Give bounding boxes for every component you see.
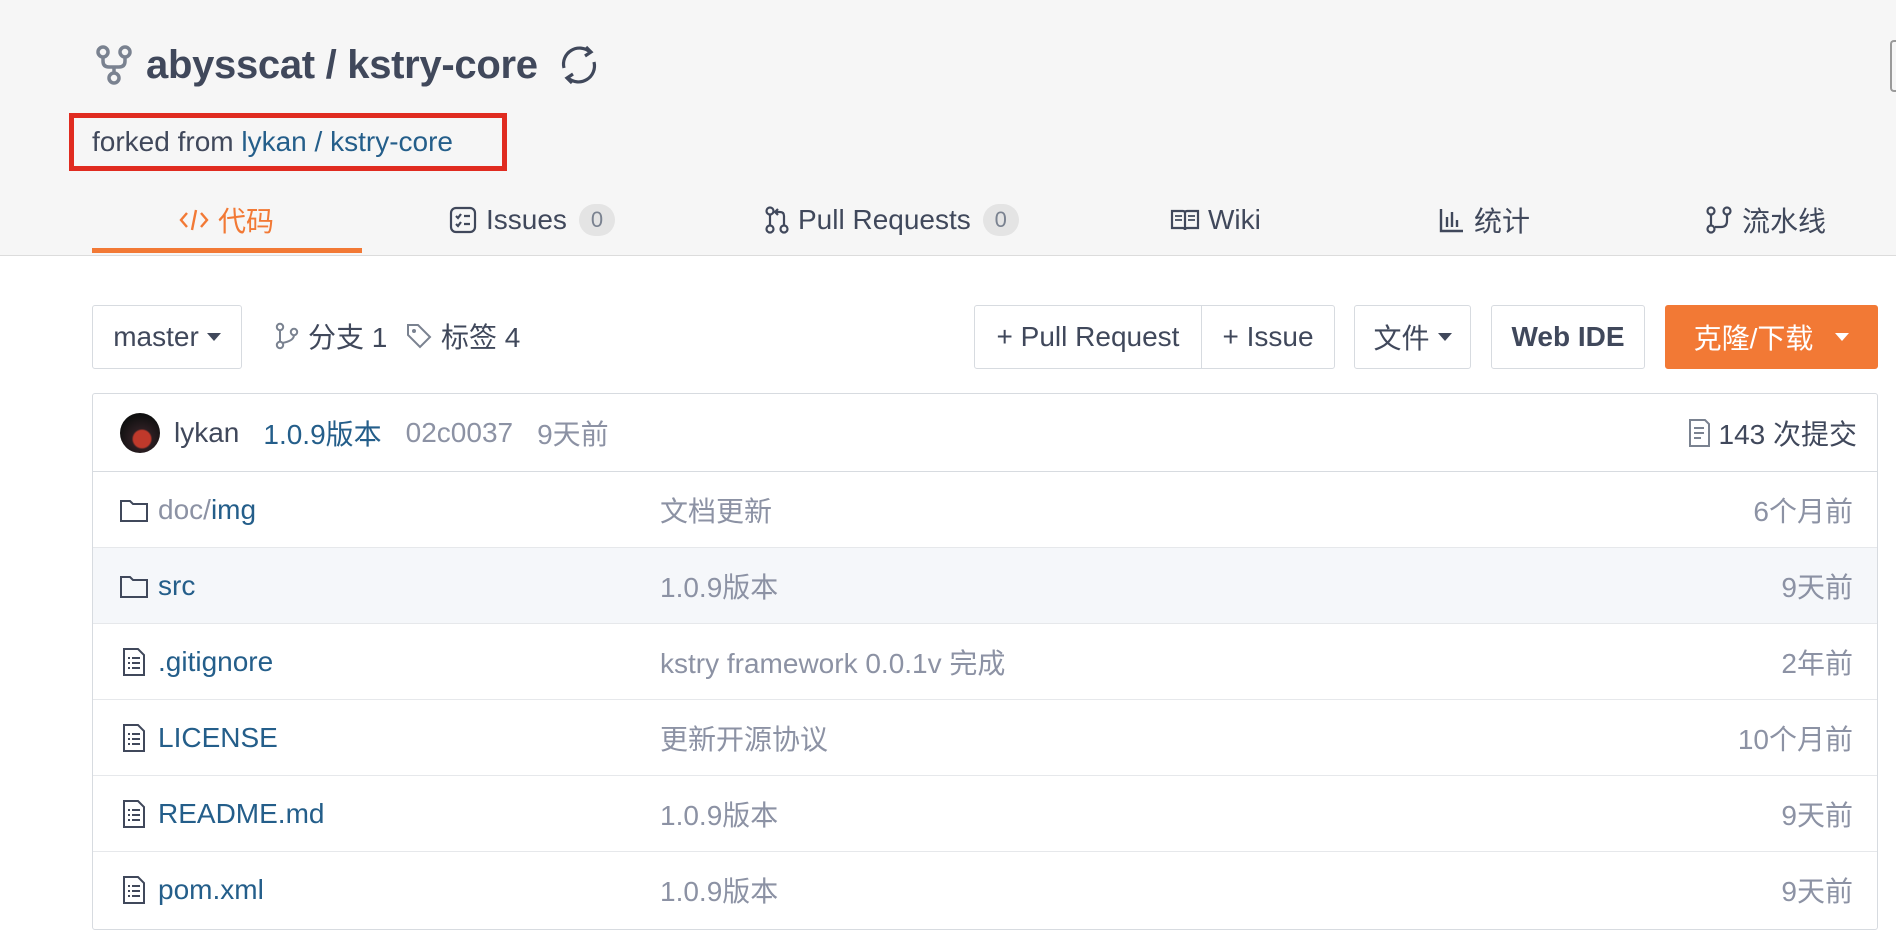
branch-select[interactable]: master (92, 305, 242, 369)
tags-link[interactable]: 标签 4 (405, 308, 520, 364)
issues-icon (449, 206, 477, 234)
commit-count: 143 次提交 (1718, 419, 1858, 450)
tab-issues[interactable]: Issues 0 (448, 184, 615, 256)
fork-icon (96, 45, 132, 85)
repo-header: abysscat / kstry-core forked from lykan … (0, 0, 1896, 256)
new-issue-label: + Issue (1222, 321, 1314, 352)
repo-tabs: 代码 Issues 0 Pull Requests 0 Wiki 统计 流水线 (92, 184, 1896, 256)
clone-download-button[interactable]: 克隆/下载 (1665, 305, 1878, 369)
new-pull-request-label: + Pull Request (996, 321, 1180, 352)
forked-repo-link[interactable]: kstry-core (330, 126, 453, 158)
file-row[interactable]: README.md 1.0.9版本 9天前 (93, 776, 1877, 852)
file-name[interactable]: .gitignore (158, 646, 273, 678)
file-row[interactable]: .gitignore kstry framework 0.0.1v 完成 2年前 (93, 624, 1877, 700)
tab-code-label: 代码 (218, 206, 275, 237)
file-commit-message[interactable]: 1.0.9版本 (660, 794, 778, 834)
file-row[interactable]: LICENSE 更新开源协议 10个月前 (93, 700, 1877, 776)
file-updated-time: 10个月前 (1737, 723, 1853, 755)
file-name-leaf: img (210, 493, 257, 525)
file-tree: lykan 1.0.9版本 02c0037 9天前 143 次提交 doc/im… (92, 393, 1878, 930)
commit-author[interactable]: lykan (174, 417, 239, 449)
file-name-parent: doc/ (158, 493, 211, 525)
pipeline-icon (1706, 206, 1732, 234)
file-icon (123, 648, 145, 676)
forked-from-notice: forked from lykan / kstry-core (69, 113, 507, 171)
file-updated-time: 2年前 (1781, 647, 1853, 679)
tags-count: 标签 4 (441, 322, 521, 353)
tab-wiki-label: Wiki (1208, 204, 1261, 235)
web-ide-button[interactable]: Web IDE (1491, 305, 1645, 369)
file-icon (123, 800, 145, 828)
files-dropdown-label: 文件 (1373, 323, 1430, 354)
file-name[interactable]: LICENSE (158, 722, 278, 754)
chevron-down-icon (1835, 333, 1850, 341)
issues-count-badge: 0 (578, 204, 615, 236)
file-row[interactable]: doc/img 文档更新 6个月前 (93, 472, 1877, 548)
commit-message[interactable]: 1.0.9版本 (263, 413, 381, 453)
commit-sha[interactable]: 02c0037 (406, 417, 513, 449)
branch-select-label: master (113, 321, 199, 352)
tab-pull-requests[interactable]: Pull Requests 0 (764, 184, 1019, 256)
branches-link[interactable]: 分支 1 (274, 308, 387, 364)
latest-commit-bar: lykan 1.0.9版本 02c0037 9天前 143 次提交 (93, 394, 1877, 472)
tab-pipeline[interactable]: 流水线 (1704, 184, 1826, 256)
tab-code[interactable]: 代码 (178, 184, 274, 256)
file-name[interactable]: README.md (158, 798, 324, 830)
files-dropdown[interactable]: 文件 (1354, 305, 1471, 369)
forked-from-label: forked from (92, 126, 242, 157)
clone-download-label: 克隆/下载 (1693, 323, 1814, 354)
sync-icon[interactable] (556, 42, 602, 88)
avatar[interactable] (120, 412, 160, 453)
tag-icon (407, 324, 432, 349)
file-updated-time: 6个月前 (1753, 495, 1853, 527)
forked-owner-link[interactable]: lykan (241, 126, 306, 158)
stats-chart-icon (1439, 209, 1463, 233)
folder-icon (120, 576, 148, 598)
tab-pull-requests-label: Pull Requests (798, 204, 971, 235)
tab-stats[interactable]: 统计 (1438, 184, 1530, 256)
file-updated-time: 9天前 (1781, 571, 1853, 603)
tab-stats-label: 统计 (1474, 206, 1531, 237)
file-name[interactable]: src (158, 570, 195, 602)
file-commit-message[interactable]: 文档更新 (660, 490, 772, 530)
repo-title[interactable]: abysscat / kstry-core (146, 43, 538, 88)
file-commit-message[interactable]: 1.0.9版本 (660, 870, 778, 910)
commit-count-link[interactable]: 143 次提交 (1687, 394, 1858, 472)
chevron-down-icon (1437, 333, 1452, 341)
file-name[interactable]: pom.xml (158, 874, 264, 906)
branch-icon (275, 322, 299, 350)
file-row[interactable]: src 1.0.9版本 9天前 (93, 548, 1877, 624)
commits-icon (1688, 419, 1710, 447)
web-ide-label: Web IDE (1511, 321, 1625, 352)
code-icon (179, 209, 209, 231)
file-icon (123, 876, 145, 904)
commit-time: 9天前 (537, 418, 609, 450)
branches-count: 分支 1 (308, 322, 388, 353)
active-tab-indicator (92, 248, 362, 253)
tab-wiki[interactable]: Wiki (1170, 184, 1261, 256)
file-commit-message[interactable]: 更新开源协议 (660, 718, 828, 758)
file-updated-time: 9天前 (1781, 876, 1853, 907)
pull-request-icon (765, 206, 789, 234)
file-commit-message[interactable]: kstry framework 0.0.1v 完成 (660, 642, 1005, 682)
chevron-down-icon (206, 333, 221, 341)
pull-requests-count-badge: 0 (982, 204, 1019, 236)
repo-title-row: abysscat / kstry-core (94, 40, 602, 90)
forked-separator: / (306, 126, 331, 157)
wiki-book-icon (1170, 209, 1200, 231)
file-icon (123, 724, 145, 752)
file-updated-time: 9天前 (1781, 799, 1853, 831)
file-commit-message[interactable]: 1.0.9版本 (660, 566, 778, 606)
tab-pipeline-label: 流水线 (1742, 206, 1827, 237)
tab-issues-label: Issues (486, 204, 567, 235)
header-action-button-edge[interactable] (1890, 40, 1896, 92)
new-pull-request-button[interactable]: + Pull Request (974, 305, 1202, 369)
new-issue-button[interactable]: + Issue (1201, 305, 1335, 369)
file-name[interactable]: doc/img (158, 494, 256, 526)
folder-icon (120, 500, 148, 522)
file-row[interactable]: pom.xml 1.0.9版本 9天前 (93, 852, 1877, 928)
